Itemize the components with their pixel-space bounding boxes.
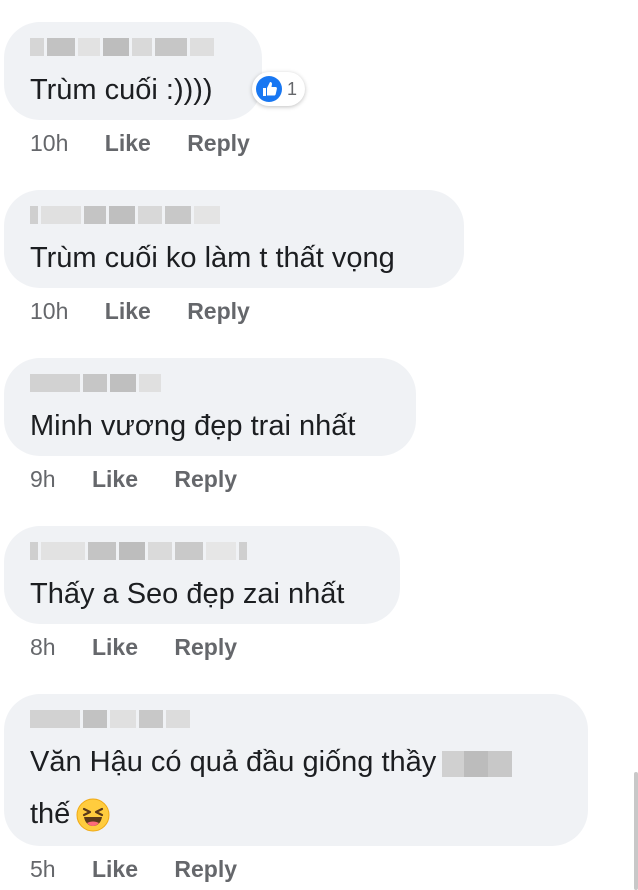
comment-time[interactable]: 5h <box>30 856 56 883</box>
like-button[interactable]: Like <box>92 466 138 493</box>
comment-text: Trùm cuối :)))) <box>30 74 213 106</box>
commenter-name-blurred[interactable] <box>30 204 223 226</box>
reply-button[interactable]: Reply <box>174 634 237 661</box>
comment-text: Văn Hậu có quả đầu giống thầy <box>30 746 437 778</box>
comment-bubble: Minh vương đẹp trai nhất <box>4 358 416 456</box>
reply-button[interactable]: Reply <box>174 856 237 883</box>
comment-text: Minh vương đẹp trai nhất <box>30 410 356 442</box>
like-button[interactable]: Like <box>105 130 151 157</box>
commenter-name-blurred[interactable] <box>30 708 193 730</box>
comment-meta: 10h Like Reply <box>30 298 250 325</box>
reaction-count: 1 <box>287 78 298 99</box>
comment-bubble: Văn Hậu có quả đầu giống thầy thế <box>4 694 588 846</box>
comment-bubble: Thấy a Seo đẹp zai nhất <box>4 526 400 624</box>
comment-meta: 5h Like Reply <box>30 856 237 883</box>
comment-text-continuation: thế <box>30 798 71 830</box>
grinning-squinting-face-icon <box>76 798 110 832</box>
reply-button[interactable]: Reply <box>174 466 237 493</box>
comment-meta: 10h Like Reply <box>30 130 250 157</box>
like-icon <box>256 76 282 102</box>
mentioned-name-blurred[interactable] <box>442 747 513 780</box>
like-button[interactable]: Like <box>105 298 151 325</box>
comment-meta: 8h Like Reply <box>30 634 237 661</box>
comment-text-line-2: thế <box>30 798 110 832</box>
comment-time[interactable]: 9h <box>30 466 56 493</box>
reply-button[interactable]: Reply <box>187 130 250 157</box>
comment-text: Trùm cuối ko làm t thất vọng <box>30 242 395 274</box>
comment-text: Thấy a Seo đẹp zai nhất <box>30 578 345 610</box>
commenter-name-blurred[interactable] <box>30 540 250 562</box>
comment-bubble: Trùm cuối :)))) <box>4 22 262 120</box>
comment-meta: 9h Like Reply <box>30 466 237 493</box>
like-button[interactable]: Like <box>92 856 138 883</box>
commenter-name-blurred[interactable] <box>30 36 217 58</box>
comment-time[interactable]: 8h <box>30 634 56 661</box>
comment-text-line-1: Văn Hậu có quả đầu giống thầy <box>30 746 513 780</box>
comment-time[interactable]: 10h <box>30 130 68 157</box>
comment-time[interactable]: 10h <box>30 298 68 325</box>
reply-button[interactable]: Reply <box>187 298 250 325</box>
scrollbar[interactable] <box>634 772 638 890</box>
commenter-name-blurred[interactable] <box>30 372 164 394</box>
comment-bubble: Trùm cuối ko làm t thất vọng <box>4 190 464 288</box>
reaction-badge[interactable]: 1 <box>252 72 306 106</box>
like-button[interactable]: Like <box>92 634 138 661</box>
